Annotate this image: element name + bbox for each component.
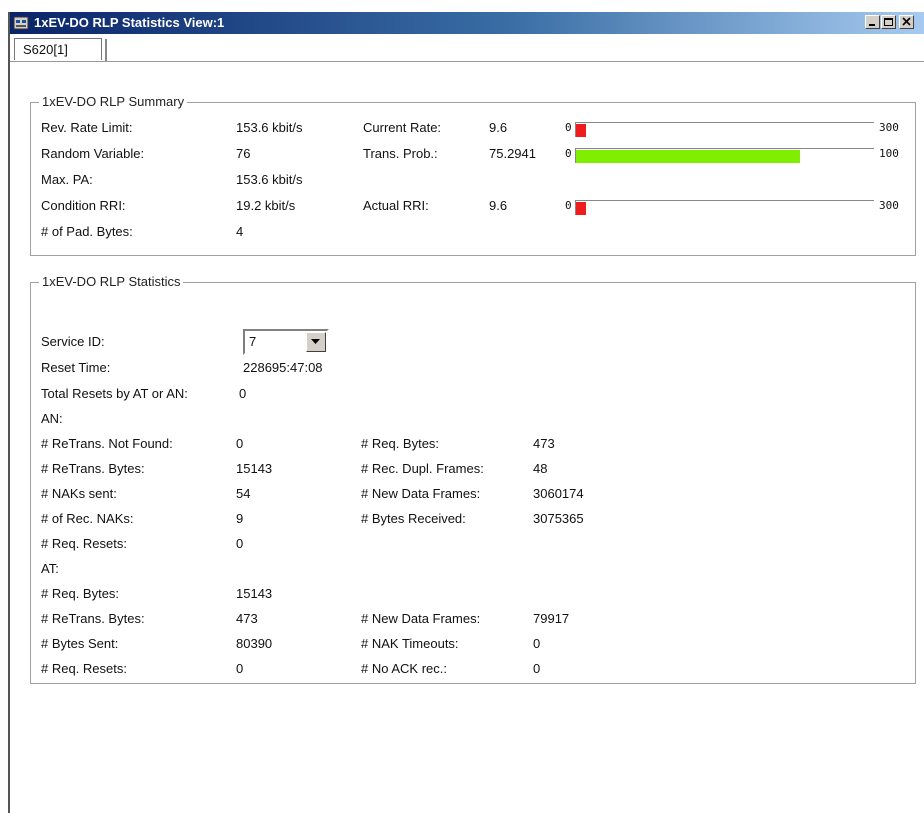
an-stat-label: # Req. Resets: — [41, 536, 127, 551]
actual-rri-value: 9.6 — [489, 198, 508, 213]
an-stat-label: # New Data Frames: — [361, 486, 481, 501]
trans-prob-value: 75.2941 — [489, 146, 536, 161]
meter-max-label: 100 — [879, 147, 899, 160]
meter-fill — [576, 150, 800, 163]
trans-prob-label: Trans. Prob.: — [363, 146, 438, 161]
service-id-dropdown-button[interactable] — [306, 332, 326, 352]
chevron-down-icon — [311, 339, 320, 344]
summary-value: 19.2 kbit/s — [236, 198, 296, 213]
at-stat-value: 15143 — [236, 586, 273, 601]
minimize-icon — [869, 24, 875, 26]
reset-time-value: 228695:47:08 — [243, 360, 323, 375]
meter-fill — [576, 202, 586, 215]
an-stat-value: 0 — [236, 536, 244, 551]
close-icon — [902, 17, 911, 26]
meter-track — [575, 148, 874, 163]
an-stat-value: 473 — [533, 436, 555, 451]
summary-value: 4 — [236, 224, 244, 239]
window-title: 1xEV-DO RLP Statistics View:1 — [34, 15, 225, 30]
an-stat-label: # ReTrans. Not Found: — [41, 436, 173, 451]
rlp-statistics-window: 1xEV-DO RLP Statistics View:1 S620[1] 1x… — [8, 12, 924, 813]
at-stat-label: # ReTrans. Bytes: — [41, 611, 145, 626]
meter-max-label: 300 — [879, 199, 899, 212]
at-stat-value: 0 — [533, 636, 541, 651]
statistics-group: 1xEV-DO RLP Statistics Service ID: 7 Res… — [30, 274, 916, 684]
meter-track — [575, 200, 874, 215]
summary-legend: 1xEV-DO RLP Summary — [39, 94, 188, 109]
at-stat-label: # Req. Bytes: — [41, 586, 120, 601]
an-stat-label: # NAKs sent: — [41, 486, 117, 501]
total-resets-value: 0 — [239, 386, 247, 401]
at-stat-value: 473 — [236, 611, 258, 626]
summary-value: 153.6 kbit/s — [236, 172, 303, 187]
close-button[interactable] — [899, 15, 914, 29]
an-stat-value: 0 — [236, 436, 244, 451]
an-stat-label: # Bytes Received: — [361, 511, 466, 526]
an-stat-value: 3075365 — [533, 511, 584, 526]
actual-rri-label: Actual RRI: — [363, 198, 429, 213]
an-stat-value: 3060174 — [533, 486, 584, 501]
summary-label: Rev. Rate Limit: — [41, 120, 133, 135]
meter-fill — [576, 124, 586, 137]
service-id-value: 7 — [249, 334, 257, 349]
at-stat-label: # No ACK rec.: — [361, 661, 447, 676]
app-icon — [13, 16, 29, 30]
title-bar[interactable]: 1xEV-DO RLP Statistics View:1 — [10, 12, 924, 34]
service-id-label: Service ID: — [41, 334, 105, 349]
an-stat-value: 9 — [236, 511, 244, 526]
an-stat-label: # of Rec. NAKs: — [41, 511, 134, 526]
tab-strip: S620[1] — [10, 34, 924, 62]
summary-label: Random Variable: — [41, 146, 145, 161]
meter-min-label: 0 — [565, 199, 572, 212]
an-stat-value: 48 — [533, 461, 548, 476]
meter-min-label: 0 — [565, 121, 572, 134]
summary-label: Max. PA: — [41, 172, 93, 187]
minimize-button[interactable] — [865, 15, 880, 29]
an-stat-label: # ReTrans. Bytes: — [41, 461, 145, 476]
service-id-select[interactable]: 7 — [243, 329, 329, 355]
statistics-legend: 1xEV-DO RLP Statistics — [39, 274, 184, 289]
total-resets-label: Total Resets by AT or AN: — [41, 386, 188, 401]
an-section-label: AN: — [41, 411, 63, 426]
at-stat-value: 79917 — [533, 611, 570, 626]
at-stat-value: 0 — [236, 661, 244, 676]
summary-value: 76 — [236, 146, 251, 161]
current-rate-value: 9.6 — [489, 120, 508, 135]
an-stat-value: 54 — [236, 486, 251, 501]
reset-time-label: Reset Time: — [41, 360, 111, 375]
maximize-button[interactable] — [881, 15, 896, 29]
at-stat-value: 80390 — [236, 636, 273, 651]
meter-min-label: 0 — [565, 147, 572, 160]
summary-group: 1xEV-DO RLP Summary Rev. Rate Limit: 153… — [30, 94, 916, 256]
tab-divider — [10, 61, 924, 62]
maximize-icon — [884, 18, 893, 26]
current-rate-label: Current Rate: — [363, 120, 442, 135]
at-stat-value: 0 — [533, 661, 541, 676]
tab-s620[interactable]: S620[1] — [14, 38, 107, 61]
at-stat-label: # New Data Frames: — [361, 611, 481, 626]
an-stat-value: 15143 — [236, 461, 273, 476]
summary-label: Condition RRI: — [41, 198, 126, 213]
summary-value: 153.6 kbit/s — [236, 120, 303, 135]
meter-track — [575, 122, 874, 137]
meter-max-label: 300 — [879, 121, 899, 134]
an-stat-label: # Req. Bytes: — [361, 436, 440, 451]
at-stat-label: # NAK Timeouts: — [361, 636, 459, 651]
at-section-label: AT: — [41, 561, 59, 576]
summary-label: # of Pad. Bytes: — [41, 224, 133, 239]
at-stat-label: # Bytes Sent: — [41, 636, 119, 651]
at-stat-label: # Req. Resets: — [41, 661, 127, 676]
an-stat-label: # Rec. Dupl. Frames: — [361, 461, 484, 476]
